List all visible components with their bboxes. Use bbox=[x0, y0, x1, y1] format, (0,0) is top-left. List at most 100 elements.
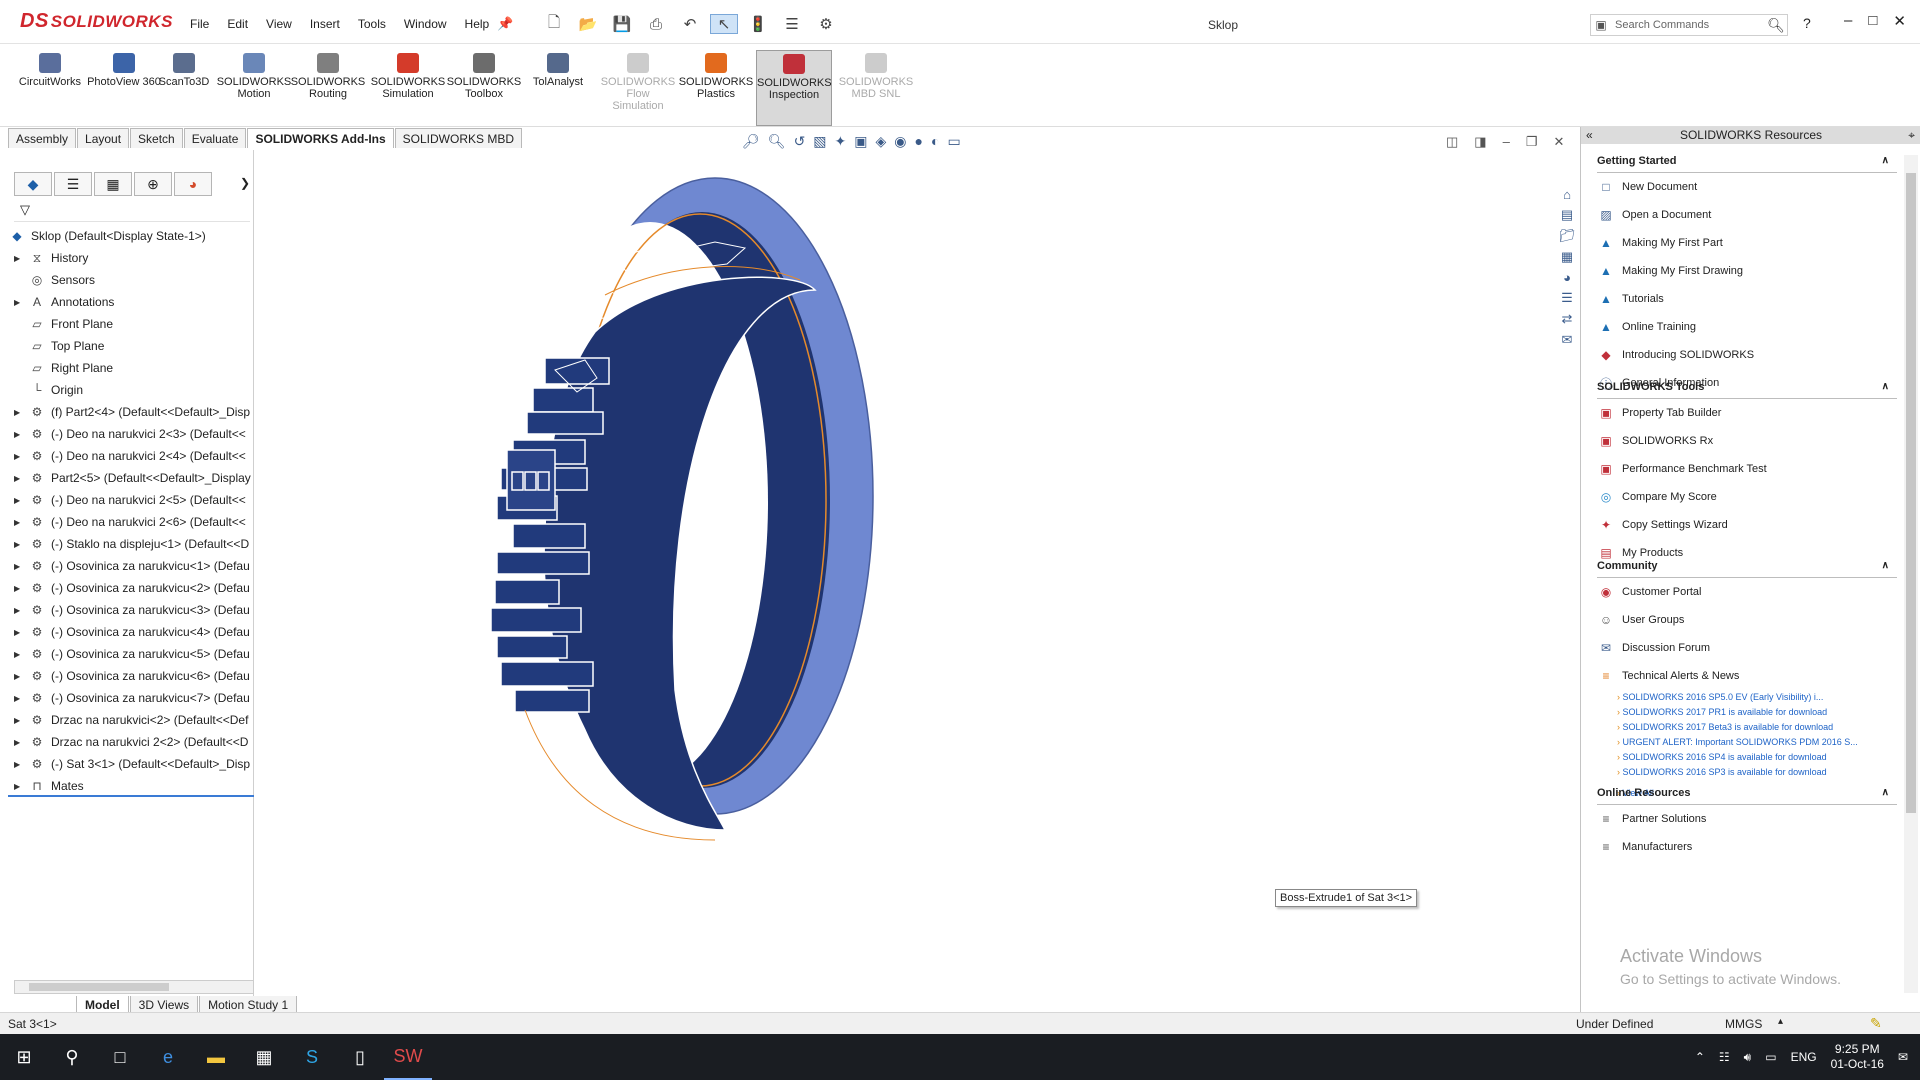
volume-icon[interactable]: 🔊︎ bbox=[1744, 1050, 1752, 1065]
resource-copy-settings-wizard[interactable]: ✦ Copy Settings Wizard bbox=[1597, 511, 1897, 539]
view-palette-icon[interactable]: ▦ bbox=[1561, 249, 1573, 265]
save-icon[interactable]: 💾 bbox=[608, 14, 636, 34]
collapse-chevron-icon[interactable]: ∧ bbox=[1882, 787, 1889, 798]
news-link[interactable]: SOLIDWORKS 2017 Beta3 is available for d… bbox=[1617, 720, 1897, 735]
tab-assembly[interactable]: Assembly bbox=[8, 128, 77, 148]
language-indicator[interactable]: ENG bbox=[1791, 1050, 1817, 1064]
tree-node[interactable]: ▶ ⚙ Part2<5> (Default<<Default>_Display bbox=[8, 467, 254, 489]
search-icon[interactable]: 🔍︎ bbox=[1765, 17, 1787, 34]
tree-node[interactable]: ▱ Right Plane bbox=[8, 357, 254, 379]
resource-solidworks-rx[interactable]: ▣ SOLIDWORKS Rx bbox=[1597, 427, 1897, 455]
display-manager-tab-icon[interactable]: ◕ bbox=[174, 172, 212, 196]
cmd-solidworks-simulation[interactable]: SOLIDWORKS Simulation bbox=[370, 50, 446, 100]
tree-node[interactable]: ◎ Sensors bbox=[8, 269, 254, 291]
tab-solidworks-add-ins[interactable]: SOLIDWORKS Add-Ins bbox=[247, 128, 394, 148]
tree-root[interactable]: ◆ Sklop (Default<Display State-1>) bbox=[8, 225, 254, 247]
tree-node[interactable]: ▶ ⚙ Drzac na narukvici 2<2> (Default<<D bbox=[8, 731, 254, 753]
expand-arrow-icon[interactable]: ▶ bbox=[14, 474, 24, 483]
menu-view[interactable]: View bbox=[266, 17, 292, 31]
tree-node[interactable]: ▱ Front Plane bbox=[8, 313, 254, 335]
tree-node[interactable]: ▱ Top Plane bbox=[8, 335, 254, 357]
resource-introducing-solidworks[interactable]: ◆ Introducing SOLIDWORKS bbox=[1597, 341, 1897, 369]
expand-arrow-icon[interactable]: ▶ bbox=[14, 672, 24, 681]
file-explorer-icon[interactable]: 📁︎ bbox=[1559, 228, 1576, 244]
zoom-to-fit-icon[interactable]: 🔎︎ bbox=[742, 133, 760, 150]
section-view-icon[interactable]: ▧ bbox=[813, 133, 826, 150]
tree-node[interactable]: ▶ ⚙ (-) Osovinica za narukvicu<4> (Defau bbox=[8, 621, 254, 643]
notifications-icon[interactable]: ✉ bbox=[1898, 1050, 1908, 1064]
link-10[interactable] bbox=[490, 607, 582, 633]
rebuild-icon[interactable]: 🚦 bbox=[744, 14, 772, 34]
solidworks-forum-icon[interactable]: ⇄ bbox=[1562, 311, 1573, 327]
expand-arrow-icon[interactable]: ▶ bbox=[14, 496, 24, 505]
tree-node[interactable]: ▶ ⊓ Mates bbox=[8, 775, 254, 797]
news-link[interactable]: SOLIDWORKS 2016 SP5.0 EV (Early Visibili… bbox=[1617, 690, 1897, 705]
pin-pane-icon[interactable]: ⌖ bbox=[1908, 127, 1915, 144]
property-manager-tab-icon[interactable]: ☰ bbox=[54, 172, 92, 196]
tab-evaluate[interactable]: Evaluate bbox=[183, 128, 247, 148]
resource-tutorials[interactable]: ▲ Tutorials bbox=[1597, 285, 1897, 313]
appearances-icon[interactable]: ◕ bbox=[1563, 270, 1571, 285]
tree-node[interactable]: ▶ ⚙ (-) Sat 3<1> (Default<<Default>_Disp bbox=[8, 753, 254, 775]
action-center-icon[interactable]: ▭ bbox=[1765, 1050, 1776, 1064]
tree-node[interactable]: ▶ ⚙ (-) Deo na narukvici 2<5> (Default<< bbox=[8, 489, 254, 511]
help-icon[interactable]: ? bbox=[1803, 15, 1811, 31]
zoom-area-icon[interactable]: 🔍︎ bbox=[768, 133, 786, 150]
link-3[interactable] bbox=[526, 411, 604, 435]
previous-view-icon[interactable]: ↺ bbox=[794, 133, 806, 150]
section-title[interactable]: Getting Started ∧ bbox=[1597, 155, 1897, 173]
news-link[interactable]: URGENT ALERT: Important SOLIDWORKS PDM 2… bbox=[1617, 735, 1897, 750]
cmd-solidworks-inspection[interactable]: SOLIDWORKS Inspection bbox=[756, 50, 832, 126]
configuration-manager-tab-icon[interactable]: ▦ bbox=[94, 172, 132, 196]
tab-scroll-arrow-icon[interactable]: ❯ bbox=[240, 176, 250, 190]
viewport-close-icon[interactable]: ✕ bbox=[1553, 134, 1564, 150]
link-11[interactable] bbox=[496, 635, 568, 659]
resource-compare-my-score[interactable]: ◎ Compare My Score bbox=[1597, 483, 1897, 511]
cmd-scanto3d[interactable]: ScanTo3D bbox=[146, 50, 222, 88]
expand-arrow-icon[interactable]: ▶ bbox=[14, 650, 24, 659]
link-12[interactable] bbox=[500, 661, 594, 687]
expand-arrow-icon[interactable]: ▶ bbox=[14, 518, 24, 527]
resource-open-a-document[interactable]: ▨ Open a Document bbox=[1597, 201, 1897, 229]
open-icon[interactable]: 📂 bbox=[574, 14, 602, 34]
tree-node[interactable]: ▶ ⚙ (-) Osovinica za narukvicu<6> (Defau bbox=[8, 665, 254, 687]
resource-partner-solutions[interactable]: ≡ Partner Solutions bbox=[1597, 805, 1897, 833]
rebuild-pencil-icon[interactable]: ✎ bbox=[1870, 1015, 1882, 1032]
apply-scene-icon[interactable]: ◐ bbox=[931, 133, 939, 150]
close-icon[interactable]: ✕ bbox=[1893, 12, 1906, 30]
resource-making-my-first-part[interactable]: ▲ Making My First Part bbox=[1597, 229, 1897, 257]
store-icon[interactable]: ▦ bbox=[240, 1034, 288, 1080]
link-9[interactable] bbox=[494, 579, 560, 605]
tree-node[interactable]: ▶ ⚙ (-) Osovinica za narukvicu<2> (Defau bbox=[8, 577, 254, 599]
tab-sketch[interactable]: Sketch bbox=[130, 128, 183, 148]
expand-arrow-icon[interactable]: ▶ bbox=[14, 562, 24, 571]
file-properties-icon[interactable]: ☰ bbox=[778, 14, 806, 34]
expand-arrow-icon[interactable]: ▶ bbox=[14, 430, 24, 439]
section-title[interactable]: Online Resources ∧ bbox=[1597, 787, 1897, 805]
expand-arrow-icon[interactable]: ▶ bbox=[14, 760, 24, 769]
resource-new-document[interactable]: □ New Document bbox=[1597, 173, 1897, 201]
task-view-icon[interactable]: □ bbox=[96, 1034, 144, 1080]
watch-display[interactable] bbox=[506, 449, 556, 511]
skype-icon[interactable]: S bbox=[288, 1034, 336, 1080]
cmd-solidworks-plastics[interactable]: SOLIDWORKS Plastics bbox=[678, 50, 754, 100]
horizontal-scrollbar[interactable] bbox=[14, 980, 254, 994]
file-explorer-taskbar-icon[interactable]: ▬ bbox=[192, 1034, 240, 1080]
tree-node[interactable]: ▶ ⧖ History bbox=[8, 247, 254, 269]
expand-arrow-icon[interactable]: ▶ bbox=[14, 584, 24, 593]
tree-node[interactable]: ▶ A Annotations bbox=[8, 291, 254, 313]
cmd-tolanalyst[interactable]: TolAnalyst bbox=[520, 50, 596, 88]
graphics-area[interactable]: Boss-Extrude1 of Sat 3<1> Z bbox=[255, 150, 1580, 1080]
pin-icon[interactable]: 📌 bbox=[497, 16, 513, 32]
tree-node[interactable]: └ Origin bbox=[8, 379, 254, 401]
link-1[interactable] bbox=[544, 357, 610, 385]
scrollbar-thumb[interactable] bbox=[29, 983, 169, 991]
cmd-solidworks-mbd-snl[interactable]: SOLIDWORKS MBD SNL bbox=[838, 50, 914, 100]
expand-arrow-icon[interactable]: ▶ bbox=[14, 540, 24, 549]
menu-window[interactable]: Window bbox=[404, 17, 447, 31]
design-library-icon[interactable]: ▤ bbox=[1561, 207, 1573, 223]
collapse-chevron-icon[interactable]: ∧ bbox=[1882, 155, 1889, 166]
news-link[interactable]: SOLIDWORKS 2017 PR1 is available for dow… bbox=[1617, 705, 1897, 720]
tree-node[interactable]: ▶ ⚙ (-) Deo na narukvici 2<3> (Default<< bbox=[8, 423, 254, 445]
expand-arrow-icon[interactable]: ▶ bbox=[14, 694, 24, 703]
